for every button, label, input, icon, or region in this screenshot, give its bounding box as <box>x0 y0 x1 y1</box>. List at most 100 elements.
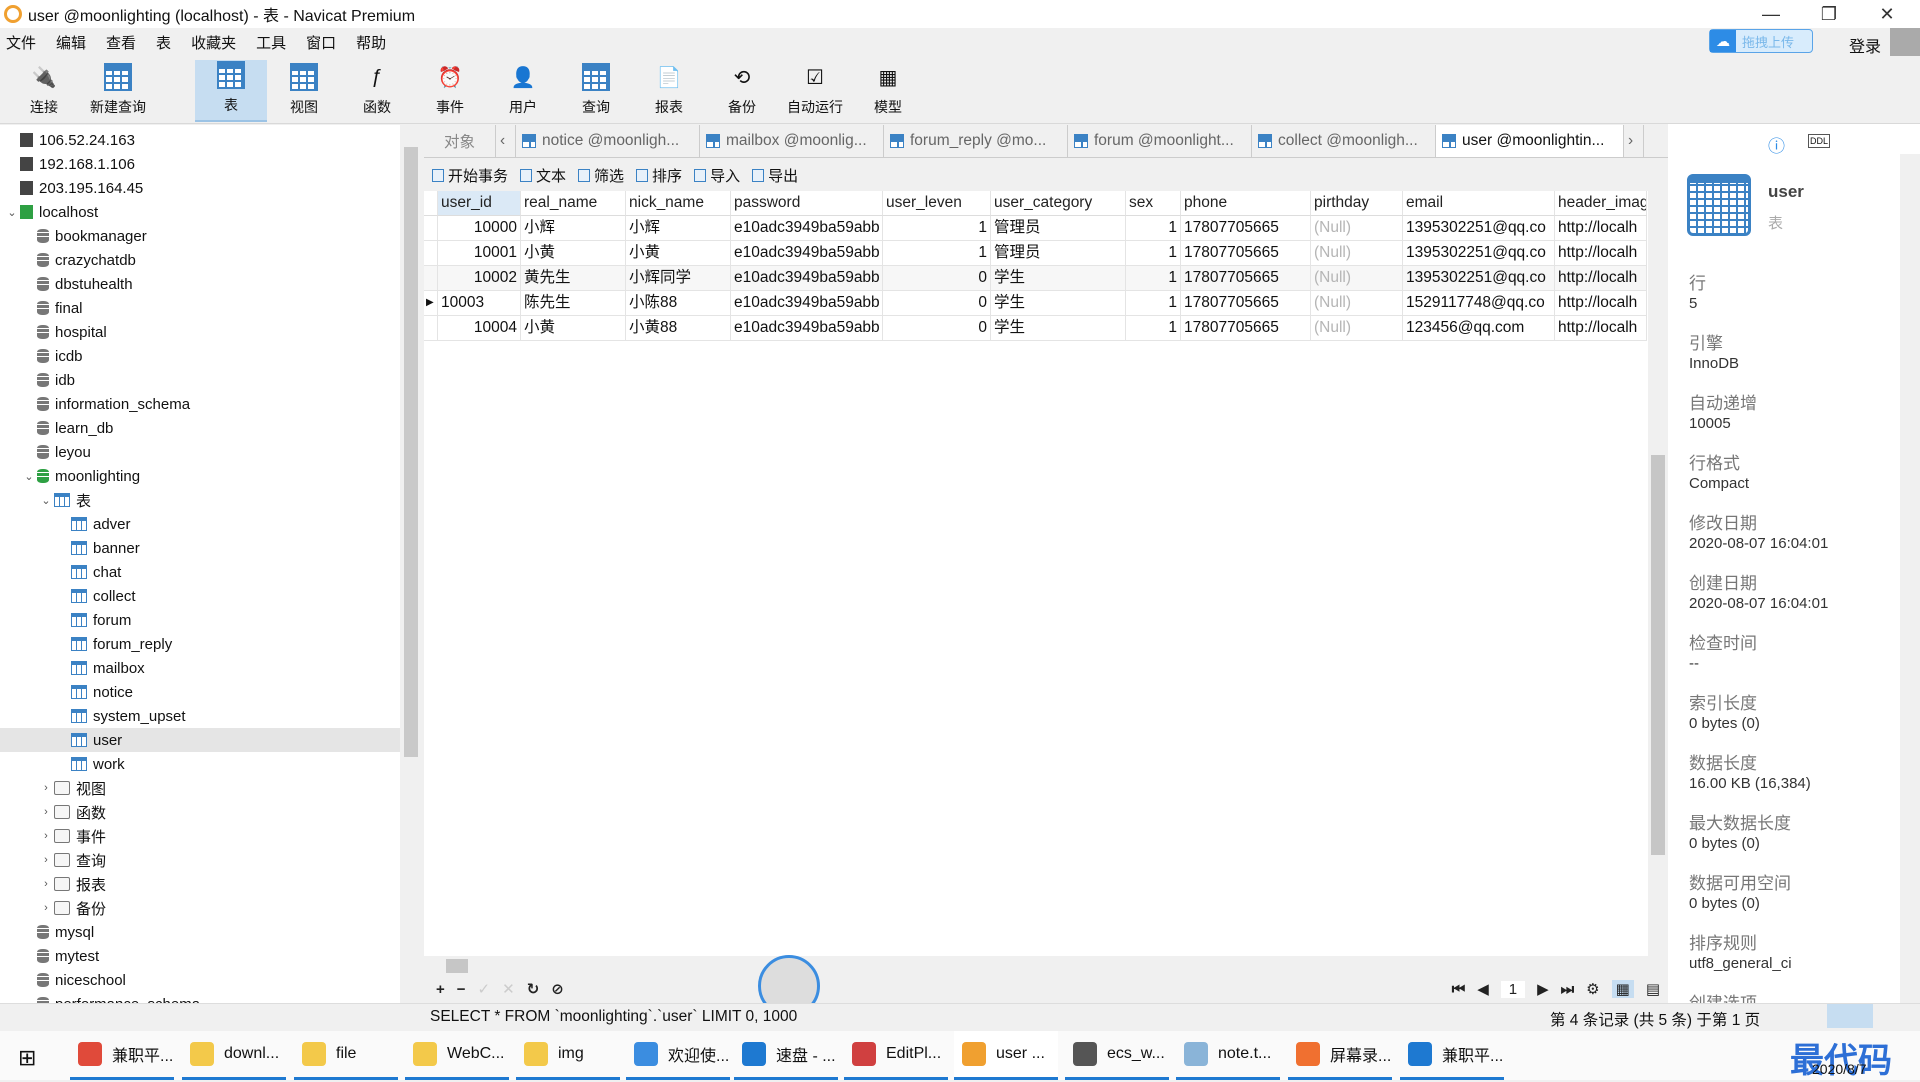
toolbar-function-button[interactable]: ƒ 函数 <box>341 60 413 122</box>
tree-item-adver[interactable]: adver <box>0 512 400 536</box>
tree-item-performance_schema[interactable]: performance_schema <box>0 992 400 1003</box>
toolbar-new-query-button[interactable]: 新建查询 <box>82 60 154 122</box>
cell-user_id[interactable]: 10004 <box>438 316 521 341</box>
cell-real_name[interactable]: 小黄 <box>521 316 626 341</box>
cell-header_imag[interactable]: http://localh <box>1555 241 1647 266</box>
toolbar-report-button[interactable]: 📄 报表 <box>633 60 705 122</box>
tree-item-mysql[interactable]: mysql <box>0 920 400 944</box>
cell-header_imag[interactable]: http://localh <box>1555 316 1647 341</box>
table-row[interactable]: 10001 小黄 小黄 e10adc3949ba59abb 1 管理员 1 178077056… <box>424 241 1647 266</box>
cell-nick_name[interactable]: 小辉同学 <box>626 266 731 291</box>
ddl-icon[interactable]: DDL <box>1808 134 1831 148</box>
cell-pirthday[interactable]: (Null) <box>1311 216 1403 241</box>
close-button[interactable]: ✕ <box>1858 0 1916 28</box>
menu-4[interactable]: 收藏夹 <box>191 32 236 53</box>
tree-item-查询[interactable]: › 查询 <box>0 848 400 872</box>
column-header-password[interactable]: password <box>731 191 883 216</box>
tree-item-crazychatdb[interactable]: crazychatdb <box>0 248 400 272</box>
sidebar-scroll-thumb[interactable] <box>404 147 418 757</box>
tab-scroll-left-button[interactable]: ‹ <box>496 125 516 157</box>
tree-item-函数[interactable]: › 函数 <box>0 800 400 824</box>
cell-user_id[interactable]: 10000 <box>438 216 521 241</box>
cell-user_category[interactable]: 学生 <box>991 316 1126 341</box>
tree-item-work[interactable]: work <box>0 752 400 776</box>
tree-item-chat[interactable]: chat <box>0 560 400 584</box>
cell-header_imag[interactable]: http://localh <box>1555 291 1647 316</box>
cell-email[interactable]: 123456@qq.com <box>1403 316 1555 341</box>
cell-user_id[interactable]: 10002 <box>438 266 521 291</box>
upload-button[interactable]: ☁ 拖拽上传 <box>1709 29 1813 53</box>
login-link[interactable]: 登录 <box>1849 33 1881 57</box>
cell-real_name[interactable]: 陈先生 <box>521 291 626 316</box>
cell-phone[interactable]: 17807705665 <box>1181 291 1311 316</box>
chevron-right-icon[interactable]: › <box>40 806 52 818</box>
text-button[interactable]: 文本 <box>520 165 566 186</box>
tree-item-icdb[interactable]: icdb <box>0 344 400 368</box>
cell-nick_name[interactable]: 小黄88 <box>626 316 731 341</box>
windows-start-icon[interactable]: ⊞ <box>18 1045 36 1071</box>
toolbar-clock-button[interactable]: ⏰ 事件 <box>414 60 486 122</box>
table-row[interactable]: 10004 小黄 小黄88 e10adc3949ba59abb 0 学生 1 17807705… <box>424 316 1647 341</box>
tree-item-表[interactable]: ⌄ 表 <box>0 488 400 512</box>
tab-0[interactable]: notice @moonligh... <box>516 125 700 157</box>
add-record-button[interactable]: + <box>436 981 445 998</box>
menu-1[interactable]: 编辑 <box>56 32 86 53</box>
taskbar-app-6[interactable]: 速盘 - ... <box>734 1031 838 1080</box>
column-header-pirthday[interactable]: pirthday <box>1311 191 1403 216</box>
cell-password[interactable]: e10adc3949ba59abb <box>731 241 883 266</box>
column-header-sex[interactable]: sex <box>1126 191 1181 216</box>
cell-user_id[interactable]: 10001 <box>438 241 521 266</box>
discard-button[interactable]: ✕ <box>502 980 515 998</box>
cell-password[interactable]: e10adc3949ba59abb <box>731 266 883 291</box>
cell-pirthday[interactable]: (Null) <box>1311 291 1403 316</box>
cell-email[interactable]: 1395302251@qq.co <box>1403 241 1555 266</box>
toolbar-query-button[interactable]: 查询 <box>560 60 632 122</box>
column-header-email[interactable]: email <box>1403 191 1555 216</box>
taskbar-app-7[interactable]: EditPl... <box>844 1031 948 1080</box>
taskbar-app-4[interactable]: img <box>516 1031 620 1080</box>
toolbar-model-button[interactable]: ▦ 模型 <box>852 60 924 122</box>
cell-password[interactable]: e10adc3949ba59abb <box>731 291 883 316</box>
menu-7[interactable]: 帮助 <box>356 32 386 53</box>
prev-page-button[interactable]: ◀ <box>1477 980 1489 998</box>
chevron-right-icon[interactable]: › <box>40 878 52 890</box>
taskbar-app-1[interactable]: downl... <box>182 1031 286 1080</box>
begin-transaction-button[interactable]: 开始事务 <box>432 165 508 186</box>
taskbar-app-12[interactable]: 兼职平... <box>1400 1031 1504 1080</box>
column-header-nick_name[interactable]: nick_name <box>626 191 731 216</box>
cell-sex[interactable]: 1 <box>1126 216 1181 241</box>
taskbar-app-5[interactable]: 欢迎使... <box>626 1031 730 1080</box>
tree-item-视图[interactable]: › 视图 <box>0 776 400 800</box>
cell-phone[interactable]: 17807705665 <box>1181 216 1311 241</box>
tree-item-system_upset[interactable]: system_upset <box>0 704 400 728</box>
tab-scroll-right-button[interactable]: › <box>1624 125 1644 157</box>
cell-phone[interactable]: 17807705665 <box>1181 266 1311 291</box>
cell-pirthday[interactable]: (Null) <box>1311 241 1403 266</box>
info-icon[interactable]: ⓘ <box>1768 132 1785 157</box>
cell-email[interactable]: 1529117748@qq.co <box>1403 291 1555 316</box>
chevron-right-icon[interactable]: › <box>40 830 52 842</box>
cell-email[interactable]: 1395302251@qq.co <box>1403 216 1555 241</box>
tree-item-localhost[interactable]: ⌄ localhost <box>0 200 400 224</box>
taskbar-app-3[interactable]: WebC... <box>405 1031 509 1080</box>
cell-real_name[interactable]: 小黄 <box>521 241 626 266</box>
tree-item-mytest[interactable]: mytest <box>0 944 400 968</box>
tree-item-notice[interactable]: notice <box>0 680 400 704</box>
cell-header_imag[interactable]: http://localh <box>1555 216 1647 241</box>
export-button[interactable]: 导出 <box>752 165 798 186</box>
next-page-button[interactable]: ▶ <box>1537 980 1549 998</box>
chevron-right-icon[interactable]: › <box>40 854 52 866</box>
grid-view-button[interactable]: ▦ <box>1611 980 1634 998</box>
tab-4[interactable]: collect @moonligh... <box>1252 125 1436 157</box>
tree-item-niceschool[interactable]: niceschool <box>0 968 400 992</box>
table-row[interactable]: 10000 小辉 小辉 e10adc3949ba59abb 1 管理员 1 178077056… <box>424 216 1647 241</box>
delete-record-button[interactable]: − <box>457 981 466 998</box>
cell-sex[interactable]: 1 <box>1126 291 1181 316</box>
cell-sex[interactable]: 1 <box>1126 266 1181 291</box>
tab-5[interactable]: user @moonlightin... <box>1436 125 1624 157</box>
taskbar-app-0[interactable]: 兼职平... <box>70 1031 174 1080</box>
column-header-real_name[interactable]: real_name <box>521 191 626 216</box>
chevron-right-icon[interactable]: › <box>40 902 52 914</box>
cell-sex[interactable]: 1 <box>1126 241 1181 266</box>
filter-button[interactable]: 筛选 <box>578 165 624 186</box>
